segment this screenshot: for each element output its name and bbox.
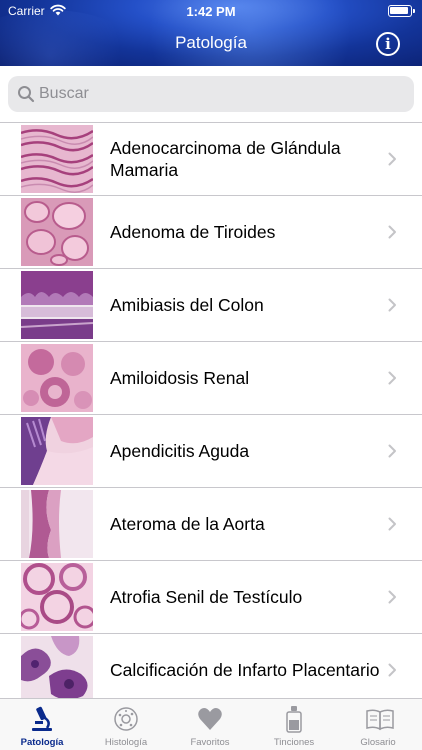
pathology-list: Adenocarcinoma de Glándula Mamaria Adeno… [0, 122, 422, 698]
list-item[interactable]: Atrofia Senil de Testículo [0, 560, 422, 633]
tab-tinciones[interactable]: Tinciones [252, 699, 336, 750]
list-item[interactable]: Adenoma de Tiroides [0, 195, 422, 268]
list-item-label: Adenoma de Tiroides [110, 222, 276, 242]
list-item-label: Adenocarcinoma de Glándula Mamaria [110, 138, 341, 180]
chevron-right-icon [388, 590, 396, 604]
tab-favoritos[interactable]: Favoritos [168, 699, 252, 750]
chevron-right-icon [388, 152, 396, 166]
list-item-label: Apendicitis Aguda [110, 441, 250, 461]
tab-label: Histología [104, 737, 148, 748]
status-time: 1:42 PM [186, 4, 236, 19]
tissue-thumbnail [21, 636, 93, 698]
cell-icon [114, 707, 138, 731]
list-item[interactable]: Adenocarcinoma de Glándula Mamaria [0, 122, 422, 195]
info-icon: i [385, 35, 391, 53]
heart-icon [198, 708, 222, 730]
search-placeholder: Buscar [39, 85, 89, 102]
chevron-right-icon [388, 444, 396, 458]
tab-label: Patología [20, 737, 64, 748]
chevron-right-icon [388, 517, 396, 531]
stain-bottle-icon [286, 706, 302, 733]
list-item[interactable]: Calcificación de Infarto Placentario [0, 633, 422, 698]
chevron-right-icon [388, 298, 396, 312]
tab-glosario[interactable]: Glosario [336, 699, 420, 750]
chevron-right-icon [388, 225, 396, 239]
chevron-right-icon [388, 663, 396, 677]
tissue-thumbnail [21, 490, 93, 558]
list-item-label: Atrofia Senil de Testículo [110, 587, 303, 607]
tissue-thumbnail [21, 271, 93, 339]
tissue-thumbnail [21, 125, 93, 193]
search-icon [18, 86, 35, 103]
nav-header: Carrier 1:42 PM Patología i [0, 0, 422, 66]
tab-label: Glosario [360, 737, 396, 748]
tissue-thumbnail [21, 198, 93, 266]
list-item-label: Amiloidosis Renal [110, 368, 250, 388]
search-bar: Buscar [0, 66, 422, 122]
list-item-label: Amibiasis del Colon [110, 295, 264, 315]
tab-label: Tinciones [273, 737, 315, 748]
search-input[interactable]: Buscar [8, 76, 414, 112]
info-button[interactable]: i [376, 32, 400, 56]
book-icon [366, 709, 394, 731]
tab-label: Favoritos [190, 737, 230, 748]
microscope-icon [32, 706, 52, 731]
tissue-thumbnail [21, 563, 93, 631]
status-bar: Carrier 1:42 PM [0, 0, 422, 22]
chevron-right-icon [388, 371, 396, 385]
list-item[interactable]: Amiloidosis Renal [0, 341, 422, 414]
tab-histologia[interactable]: Histología [84, 699, 168, 750]
battery-icon [388, 5, 415, 17]
list-item-label: Calcificación de Infarto Placentario [110, 660, 380, 680]
list-item[interactable]: Amibiasis del Colon [0, 268, 422, 341]
list-item[interactable]: Ateroma de la Aorta [0, 487, 422, 560]
list-item[interactable]: Apendicitis Aguda [0, 414, 422, 487]
tissue-thumbnail [21, 344, 93, 412]
tab-patologia[interactable]: Patología [0, 699, 84, 750]
tab-bar: Patología Histología Favoritos Tinciones [0, 698, 422, 750]
page-title: Patología [175, 33, 247, 52]
tissue-thumbnail [21, 417, 93, 485]
list-item-label: Ateroma de la Aorta [110, 514, 265, 534]
